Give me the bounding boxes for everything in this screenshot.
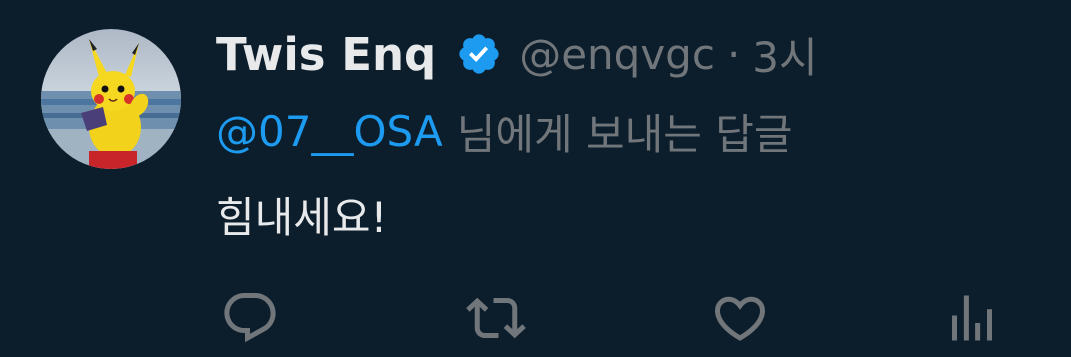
tweet[interactable]: Twis Enq @enqvgc · 3시 @07__OSA 님에게 보내는 답… (0, 0, 1071, 357)
replying-to: @07__OSA 님에게 보내는 답글 (216, 103, 793, 159)
reply-button[interactable] (220, 288, 280, 348)
like-button[interactable] (710, 288, 770, 348)
action-bar (0, 288, 1071, 348)
verified-badge-icon (456, 31, 502, 77)
reply-label: 님에게 보내는 답글 (456, 109, 793, 159)
reply-mention-link[interactable]: @07__OSA (216, 107, 443, 156)
views-icon (952, 295, 992, 341)
retweet-icon (466, 297, 526, 339)
tweet-text: 힘내세요! (216, 192, 388, 242)
timestamp[interactable]: 3시 (752, 24, 817, 85)
user-handle[interactable]: @enqvgc (519, 30, 715, 79)
reply-icon (224, 293, 276, 343)
views-button[interactable] (942, 288, 1002, 348)
avatar[interactable] (41, 29, 181, 169)
separator-dot: · (726, 29, 741, 79)
tweet-header: Twis Enq @enqvgc · 3시 (216, 26, 818, 82)
display-name[interactable]: Twis Enq (216, 28, 436, 81)
retweet-button[interactable] (466, 288, 526, 348)
like-icon (714, 296, 766, 341)
